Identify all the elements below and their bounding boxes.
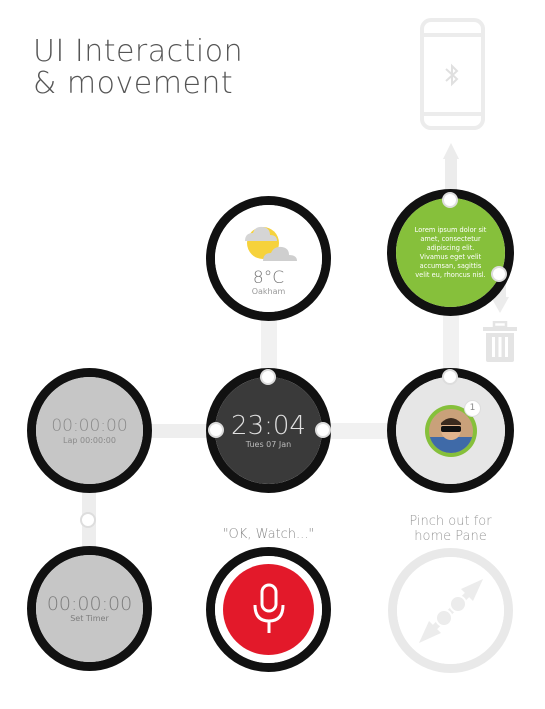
clock-date: Tues 07 Jan (245, 440, 292, 449)
home-pane-hint-line-1: Pinch out for (409, 514, 492, 529)
trash-icon (482, 320, 518, 363)
microphone-icon (253, 583, 284, 633)
notification-top-handle[interactable] (442, 192, 458, 208)
home-pane-face (397, 557, 504, 664)
voice-watch[interactable] (206, 547, 331, 672)
contact-watch[interactable] (387, 368, 514, 493)
title-line-1: UI Interaction (33, 34, 244, 69)
notification-right-handle[interactable] (491, 266, 507, 282)
weather-location: Oakham (251, 287, 286, 296)
bluetooth-icon (444, 63, 460, 87)
voice-prompt: "OK, Watch..." (222, 527, 315, 542)
contact-face (396, 377, 505, 484)
home-pane-hint-line-2: home Pane (414, 529, 487, 544)
microphone-button[interactable] (223, 564, 314, 655)
pinch-icon (418, 578, 483, 643)
timer-face: 00:00:00 Set Timer (36, 555, 143, 662)
title-line-2: & movement (33, 66, 234, 101)
clock-top-handle[interactable] (260, 369, 276, 385)
contact-top-handle[interactable] (442, 369, 458, 385)
avatar-photo (428, 408, 473, 453)
notification-watch[interactable]: Lorem ipsum dolor sit amet, consectetur … (387, 189, 514, 316)
weather-icon (237, 223, 301, 267)
stopwatch-face: 00:00:00 Lap 00:00:00 (36, 377, 143, 484)
weather-temp: 8°C (252, 268, 285, 288)
clock-time: 23:04 (231, 411, 306, 441)
stopwatch-lap: Lap 00:00:00 (63, 436, 116, 445)
timer-label: Set Timer (70, 614, 109, 623)
stopwatch-watch[interactable]: 00:00:00 Lap 00:00:00 (27, 368, 152, 493)
timer-watch[interactable]: 00:00:00 Set Timer (27, 546, 152, 671)
home-pane-watch[interactable] (388, 548, 513, 673)
weather-watch[interactable]: 8°C Oakham (206, 196, 331, 321)
weather-face: 8°C Oakham (215, 205, 322, 312)
clock-left-handle[interactable] (208, 422, 224, 438)
clock-watch[interactable]: 23:04 Tues 07 Jan (206, 368, 331, 493)
contact-badge: 1 (464, 400, 481, 417)
home-pane-hint: Pinch out for home Pane (388, 514, 513, 544)
notification-face: Lorem ipsum dolor sit amet, consectetur … (396, 198, 505, 307)
voice-face-ring (215, 556, 322, 663)
clock-face: 23:04 Tues 07 Jan (215, 377, 322, 484)
stopwatch-time: 00:00:00 (51, 416, 128, 436)
timer-top-handle[interactable] (80, 512, 96, 528)
clock-right-handle[interactable] (315, 422, 331, 438)
page-title: UI Interaction & movement (33, 36, 293, 100)
timer-time: 00:00:00 (46, 593, 133, 615)
notification-text: Lorem ipsum dolor sit amet, consectetur … (414, 225, 487, 279)
contact-badge-count: 1 (469, 403, 476, 413)
